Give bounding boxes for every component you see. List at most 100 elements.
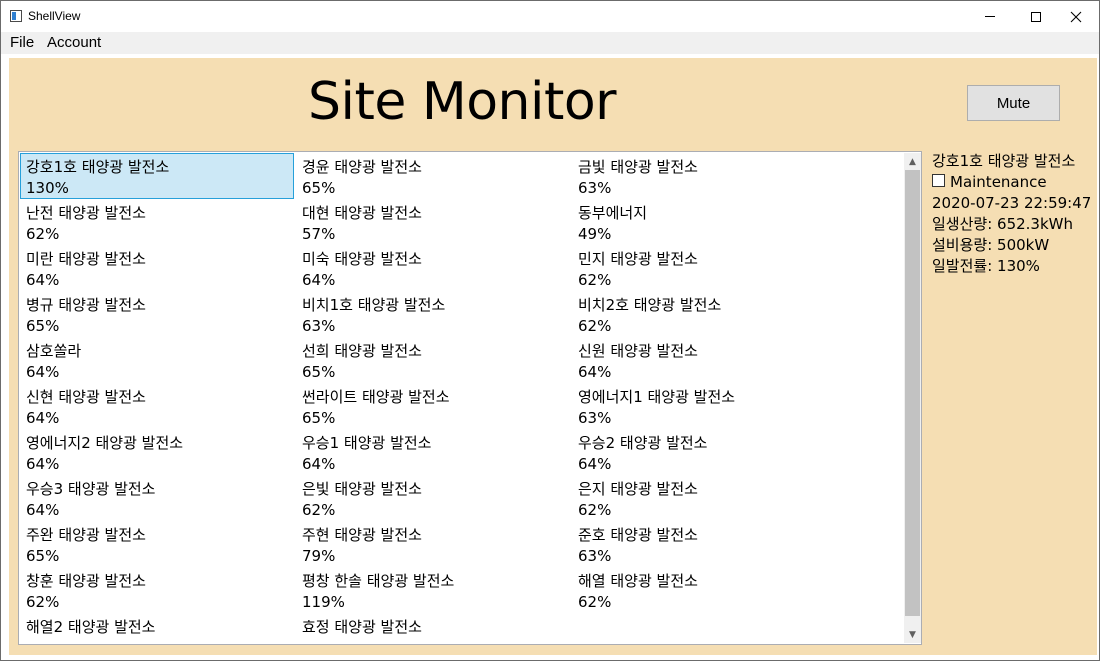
site-percent: 62% — [26, 225, 60, 243]
site-percent: 119% — [302, 593, 345, 611]
site-percent: 65% — [26, 317, 60, 335]
site-percent: 62% — [578, 271, 612, 289]
site-item[interactable]: 삼호쏠라 64% — [20, 337, 294, 383]
site-percent: 64% — [26, 271, 60, 289]
site-percent: 64% — [302, 455, 336, 473]
site-percent: 65% — [302, 363, 336, 381]
menu-account[interactable]: Account — [46, 33, 102, 53]
site-name: 효정 태양광 발전소 — [302, 618, 422, 636]
site-item[interactable]: 민지 태양광 발전소 62% — [572, 245, 846, 291]
site-item[interactable]: 비치1호 태양광 발전소 63% — [296, 291, 570, 337]
site-item[interactable]: 미란 태양광 발전소 64% — [20, 245, 294, 291]
site-item[interactable]: 비치2호 태양광 발전소 62% — [572, 291, 846, 337]
site-name: 삼호쏠라 — [26, 342, 82, 360]
site-item[interactable]: 해열2 태양광 발전소 — [20, 613, 294, 644]
site-name: 영에너지2 태양광 발전소 — [26, 434, 184, 452]
site-item[interactable]: 준호 태양광 발전소 63% — [572, 521, 846, 567]
site-percent: 79% — [302, 547, 336, 565]
site-item[interactable]: 창훈 태양광 발전소 62% — [20, 567, 294, 613]
site-item[interactable]: 경윤 태양광 발전소 65% — [296, 153, 570, 199]
site-name: 경윤 태양광 발전소 — [302, 158, 422, 176]
site-item[interactable]: 신원 태양광 발전소 64% — [572, 337, 846, 383]
site-item[interactable]: 선희 태양광 발전소 65% — [296, 337, 570, 383]
site-percent: 57% — [302, 225, 336, 243]
site-item[interactable]: 평창 한솔 태양광 발전소 119% — [296, 567, 570, 613]
menu-file[interactable]: File — [9, 33, 35, 53]
detail-site-name: 강호1호 태양광 발전소 — [932, 152, 1076, 170]
scroll-thumb[interactable] — [905, 170, 920, 616]
site-item[interactable]: 난전 태양광 발전소 62% — [20, 199, 294, 245]
menu-bar: File Account — [1, 32, 1099, 54]
site-item[interactable]: 썬라이트 태양광 발전소 65% — [296, 383, 570, 429]
site-item[interactable]: 영에너지2 태양광 발전소 64% — [20, 429, 294, 475]
site-item[interactable]: 주완 태양광 발전소 65% — [20, 521, 294, 567]
site-percent: 65% — [302, 409, 336, 427]
maximize-icon — [1031, 11, 1041, 22]
site-item[interactable]: 효정 태양광 발전소 — [296, 613, 570, 644]
site-percent: 63% — [578, 547, 612, 565]
site-name: 병규 태양광 발전소 — [26, 296, 146, 314]
minimize-button[interactable] — [967, 1, 1013, 32]
site-item[interactable]: 강호1호 태양광 발전소 130% — [20, 153, 294, 199]
site-name: 금빛 태양광 발전소 — [578, 158, 698, 176]
site-percent: 63% — [302, 317, 336, 335]
mute-button[interactable]: Mute — [967, 85, 1060, 121]
detail-daily-rate: 일발전률: 130% — [932, 257, 1040, 275]
site-name: 미란 태양광 발전소 — [26, 250, 146, 268]
site-item[interactable]: 은빛 태양광 발전소 62% — [296, 475, 570, 521]
site-name: 해열2 태양광 발전소 — [26, 618, 156, 636]
site-name: 은지 태양광 발전소 — [578, 480, 698, 498]
site-item[interactable]: 해열 태양광 발전소 62% — [572, 567, 846, 613]
app-icon — [10, 10, 22, 22]
site-name: 썬라이트 태양광 발전소 — [302, 388, 450, 406]
site-name: 동부에너지 — [578, 204, 648, 222]
detail-capacity: 설비용량: 500kW — [932, 236, 1050, 254]
site-item[interactable]: 병규 태양광 발전소 65% — [20, 291, 294, 337]
site-percent: 49% — [578, 225, 612, 243]
scroll-up-icon[interactable]: ▲ — [904, 153, 921, 170]
site-name: 강호1호 태양광 발전소 — [26, 158, 170, 176]
title-bar: ShellView — [1, 1, 1099, 32]
site-percent: 64% — [578, 455, 612, 473]
site-item[interactable]: 은지 태양광 발전소 62% — [572, 475, 846, 521]
detail-daily-generation: 일생산량: 652.3kWh — [932, 215, 1073, 233]
site-percent: 65% — [302, 179, 336, 197]
maintenance-checkbox[interactable] — [932, 174, 945, 187]
close-button[interactable] — [1053, 1, 1099, 32]
site-name: 비치1호 태양광 발전소 — [302, 296, 446, 314]
site-percent: 62% — [578, 593, 612, 611]
site-name: 우승3 태양광 발전소 — [26, 480, 156, 498]
site-detail-panel: 강호1호 태양광 발전소 Maintenance 2020-07-23 22:5… — [932, 151, 1097, 277]
site-item[interactable]: 미숙 태양광 발전소 64% — [296, 245, 570, 291]
site-item[interactable]: 신현 태양광 발전소 64% — [20, 383, 294, 429]
main-content: Site Monitor Mute 강호1호 태양광 발전소 130% 경윤 태양광… — [9, 58, 1097, 655]
site-item[interactable]: 우승3 태양광 발전소 64% — [20, 475, 294, 521]
site-item[interactable]: 금빛 태양광 발전소 63% — [572, 153, 846, 199]
site-name: 대현 태양광 발전소 — [302, 204, 422, 222]
site-percent: 62% — [302, 501, 336, 519]
site-name: 신원 태양광 발전소 — [578, 342, 698, 360]
scroll-down-icon[interactable]: ▼ — [904, 626, 921, 643]
site-percent: 63% — [578, 179, 612, 197]
site-item[interactable]: 영에너지1 태양광 발전소 63% — [572, 383, 846, 429]
site-name: 민지 태양광 발전소 — [578, 250, 698, 268]
site-list[interactable]: 강호1호 태양광 발전소 130% 경윤 태양광 발전소 65% 금빛 태양광 발전소 6… — [18, 151, 922, 645]
site-item[interactable]: 우승2 태양광 발전소 64% — [572, 429, 846, 475]
site-name: 선희 태양광 발전소 — [302, 342, 422, 360]
site-name: 신현 태양광 발전소 — [26, 388, 146, 406]
site-percent: 65% — [26, 547, 60, 565]
site-item[interactable]: 우승1 태양광 발전소 64% — [296, 429, 570, 475]
site-name: 영에너지1 태양광 발전소 — [578, 388, 736, 406]
site-percent: 62% — [578, 317, 612, 335]
site-item[interactable]: 주현 태양광 발전소 79% — [296, 521, 570, 567]
site-name: 주현 태양광 발전소 — [302, 526, 422, 544]
site-name: 평창 한솔 태양광 발전소 — [302, 572, 455, 590]
site-percent: 64% — [26, 455, 60, 473]
page-title: Site Monitor — [308, 72, 617, 132]
site-item[interactable]: 동부에너지 49% — [572, 199, 846, 245]
maintenance-toggle[interactable]: Maintenance — [932, 172, 1097, 193]
site-percent: 63% — [578, 409, 612, 427]
site-item[interactable]: 대현 태양광 발전소 57% — [296, 199, 570, 245]
vertical-scrollbar[interactable]: ▲ ▼ — [904, 153, 921, 643]
site-name: 비치2호 태양광 발전소 — [578, 296, 722, 314]
